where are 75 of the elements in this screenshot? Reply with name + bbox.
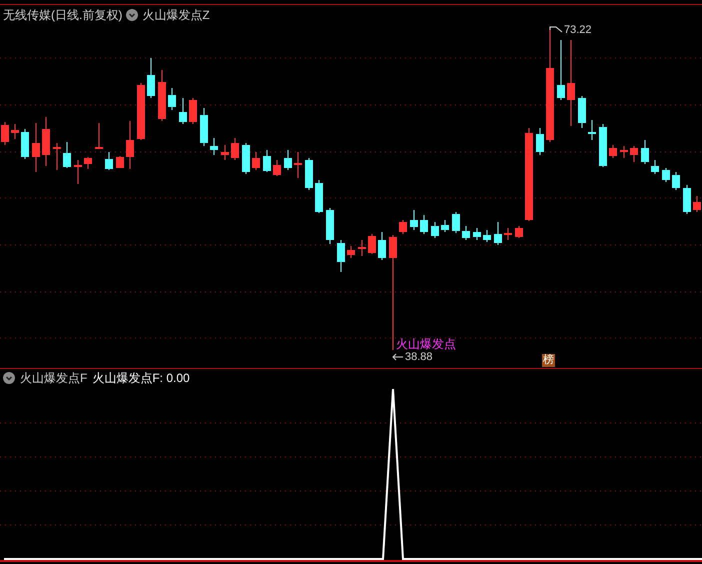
candlestick (609, 144, 617, 158)
candlestick (242, 142, 250, 174)
candlestick (515, 226, 523, 238)
candlestick (347, 246, 355, 258)
candlestick (126, 120, 134, 170)
candlestick (483, 230, 491, 242)
candlestick (578, 96, 586, 128)
candlestick (588, 120, 596, 140)
candlestick (504, 228, 512, 240)
candlestick (11, 124, 19, 140)
candlestick (337, 240, 345, 272)
stock-title: 无线传媒(日线.前复权) (3, 8, 122, 22)
candlestick (294, 152, 302, 178)
candlestick (53, 142, 61, 170)
candlestick (189, 98, 197, 124)
indicator-name: 火山爆发点Z (142, 8, 210, 22)
candlestick (84, 156, 92, 170)
rank-badge[interactable]: 榜 (542, 354, 555, 367)
candlestick (368, 234, 376, 254)
candlestick (494, 222, 502, 246)
candlestick (662, 168, 670, 182)
high-price-label: 73.22 (564, 24, 592, 36)
candlestick (620, 146, 628, 158)
candlestick (452, 212, 460, 234)
candlestick (210, 138, 218, 156)
candlestick (284, 150, 292, 170)
candlestick (378, 232, 386, 260)
candlestick (21, 128, 29, 160)
candlestick (441, 220, 449, 232)
candlestick (116, 156, 124, 168)
candlestick (200, 108, 208, 146)
candlestick (473, 228, 481, 240)
candlestick (105, 152, 113, 170)
candlestick (599, 124, 607, 168)
candlestick (231, 138, 239, 160)
candlestick (641, 140, 649, 164)
dropdown-icon[interactable] (3, 372, 15, 384)
candlestick (1, 122, 9, 146)
candlestick (358, 240, 366, 256)
candlestick (420, 214, 428, 234)
candlestick (672, 172, 680, 190)
candlestick (63, 142, 71, 168)
candlestick (410, 210, 418, 230)
candlestick (683, 184, 691, 214)
indicator-reading: 火山爆发点F: 0.00 (92, 371, 190, 385)
candlestick (252, 152, 260, 170)
candlestick (431, 222, 439, 238)
candlestick (168, 88, 176, 110)
candlestick (42, 116, 50, 166)
candlestick (557, 40, 565, 100)
candlestick (147, 58, 155, 98)
candlestick (158, 70, 166, 122)
candlestick (651, 160, 659, 174)
candlestick (536, 128, 544, 156)
candlestick (273, 160, 281, 176)
candlestick (74, 160, 82, 184)
candlestick (221, 144, 229, 160)
candlestick (630, 146, 638, 162)
high-marker-line (550, 26, 562, 32)
candlestick (693, 196, 701, 212)
sub-indicator-name: 火山爆发点F (20, 371, 88, 385)
signal-label: 火山爆发点 (396, 338, 456, 351)
low-price-label: 38.88 (405, 351, 433, 363)
dropdown-icon[interactable] (126, 9, 138, 21)
candlestick (399, 220, 407, 234)
candlestick (315, 180, 323, 214)
candlestick (326, 208, 334, 244)
candlestick (462, 226, 470, 240)
candlestick (137, 82, 145, 140)
candlestick (263, 150, 271, 172)
candlestick (95, 122, 103, 150)
candlestick (32, 122, 40, 172)
candlestick (305, 158, 313, 190)
arrow-icon (392, 353, 404, 361)
candlestick (179, 98, 187, 124)
